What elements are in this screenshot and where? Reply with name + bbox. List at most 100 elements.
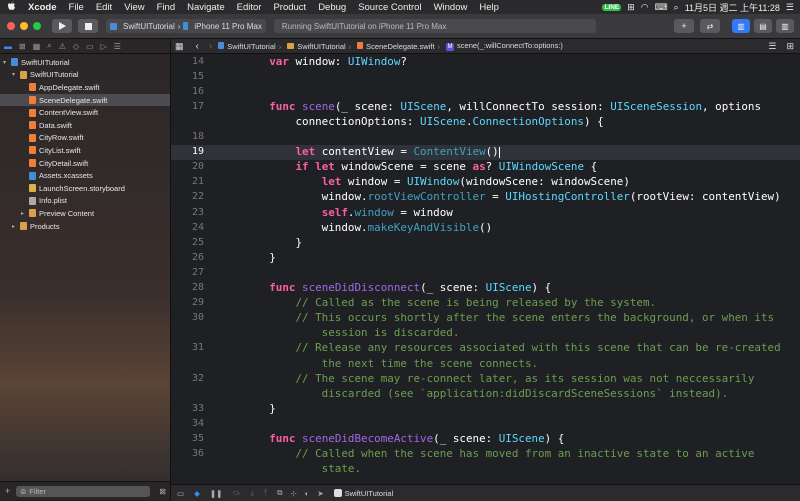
- hide-debug-area-icon[interactable]: ▭: [177, 489, 184, 498]
- code-line[interactable]: state.: [243, 462, 361, 475]
- menu-view[interactable]: View: [118, 2, 150, 13]
- code-line[interactable]: connectionOptions: UIScene.ConnectionOpt…: [243, 115, 603, 128]
- code-line[interactable]: self.window = window: [243, 206, 453, 219]
- line-number[interactable]: 36: [171, 448, 204, 459]
- disclosure-triangle-icon[interactable]: ▾: [3, 59, 11, 66]
- add-editor-icon[interactable]: ⊞: [786, 41, 794, 52]
- disclosure-triangle-icon[interactable]: ▾: [12, 71, 20, 78]
- code-line[interactable]: // Release any resources associated with…: [243, 341, 780, 354]
- line-number[interactable]: 20: [171, 161, 204, 172]
- breadcrumb-project[interactable]: SwiftUITutorial: [218, 41, 276, 51]
- clock[interactable]: 11月5日 週二 上午11:28: [685, 1, 780, 14]
- file-tree-item[interactable]: ▾ SwiftUITutorial: [0, 56, 170, 69]
- code-line[interactable]: // The scene may re-connect later, as it…: [243, 372, 754, 385]
- line-number[interactable]: 34: [171, 418, 204, 429]
- disclosure-triangle-icon[interactable]: ▸: [12, 223, 20, 230]
- menu-help[interactable]: Help: [473, 2, 505, 13]
- apple-menu-icon[interactable]: [0, 1, 22, 14]
- code-review-button[interactable]: ⇄: [700, 19, 720, 33]
- toggle-inspector-button[interactable]: ▥: [776, 19, 794, 33]
- library-button[interactable]: +: [674, 19, 694, 33]
- debug-icon[interactable]: ▭: [86, 42, 94, 51]
- line-number[interactable]: 22: [171, 191, 204, 202]
- menu-file[interactable]: File: [63, 2, 90, 13]
- file-tree-item[interactable]: Assets.xcassets: [0, 169, 170, 182]
- line-number[interactable]: 23: [171, 207, 204, 218]
- breadcrumb-file[interactable]: SceneDelegate.swift: [357, 41, 435, 51]
- wifi-icon[interactable]: ◠: [641, 2, 649, 13]
- code-line[interactable]: }: [243, 402, 276, 415]
- file-tree-item[interactable]: AppDelegate.swift: [0, 81, 170, 94]
- editor-options-icon[interactable]: ☰: [768, 41, 776, 52]
- breakpoint-icon[interactable]: ▷: [101, 42, 107, 51]
- filter-input[interactable]: ⊜ Filter: [16, 485, 150, 497]
- file-tree-item[interactable]: ContentView.swift: [0, 106, 170, 119]
- grid-icon[interactable]: ⊞: [627, 2, 635, 13]
- search-icon[interactable]: ⌕: [674, 2, 679, 13]
- folder-icon[interactable]: ▬: [4, 42, 12, 51]
- code-line[interactable]: // Called as the scene is being released…: [243, 296, 656, 309]
- menu-navigate[interactable]: Navigate: [181, 2, 231, 13]
- scheme-selector[interactable]: SwiftUITutorial › iPhone 11 Pro Max: [106, 19, 266, 33]
- zoom-window-button[interactable]: [33, 22, 41, 30]
- file-tree-item[interactable]: CityList.swift: [0, 144, 170, 157]
- line-number[interactable]: 25: [171, 237, 204, 248]
- file-tree-item[interactable]: CityDetail.swift: [0, 157, 170, 170]
- source-control-icon[interactable]: ⊠: [19, 42, 26, 51]
- report-icon[interactable]: ☰: [114, 42, 121, 51]
- code-line[interactable]: discarded (see `application:didDiscardSc…: [243, 387, 729, 400]
- menu-edit[interactable]: Edit: [90, 2, 118, 13]
- code-line[interactable]: }: [243, 236, 302, 249]
- add-file-icon[interactable]: +: [5, 486, 10, 496]
- disclosure-triangle-icon[interactable]: ▸: [21, 210, 29, 217]
- line-app-icon[interactable]: LINE: [602, 3, 622, 11]
- app-menu[interactable]: Xcode: [22, 2, 63, 13]
- step-over-icon[interactable]: ⤼: [232, 488, 240, 498]
- file-tree-item[interactable]: Data.swift: [0, 119, 170, 132]
- line-number[interactable]: 33: [171, 403, 204, 414]
- line-number[interactable]: 14: [171, 56, 204, 67]
- menu-product[interactable]: Product: [267, 2, 312, 13]
- line-number[interactable]: 19: [171, 146, 204, 157]
- file-tree-item[interactable]: LaunchScreen.storyboard: [0, 182, 170, 195]
- issue-icon[interactable]: ⚠: [59, 42, 66, 51]
- line-number[interactable]: 28: [171, 282, 204, 293]
- close-window-button[interactable]: [7, 22, 15, 30]
- code-line[interactable]: window.rootViewController = UIHostingCon…: [243, 190, 781, 203]
- file-tree-item[interactable]: ▾ SwiftUITutorial: [0, 69, 170, 82]
- menu-window[interactable]: Window: [428, 2, 474, 13]
- environment-overrides-icon[interactable]: ◐: [305, 489, 310, 498]
- code-line[interactable]: let contentView = ContentView(): [243, 145, 500, 158]
- file-tree-item[interactable]: ▸ Products: [0, 220, 170, 233]
- line-number[interactable]: 21: [171, 176, 204, 187]
- step-out-icon[interactable]: ⤒: [264, 488, 267, 498]
- code-line[interactable]: func scene(_ scene: UIScene, willConnect…: [243, 100, 761, 113]
- code-line[interactable]: func sceneDidBecomeActive(_ scene: UISce…: [243, 432, 564, 445]
- input-method-icon[interactable]: ⌨: [655, 2, 668, 13]
- line-number[interactable]: 29: [171, 297, 204, 308]
- menu-source-control[interactable]: Source Control: [352, 2, 427, 13]
- toggle-navigator-button[interactable]: ▥: [732, 19, 750, 33]
- line-number[interactable]: 24: [171, 222, 204, 233]
- code-line[interactable]: if let windowScene = scene as? UIWindowS…: [243, 160, 597, 173]
- line-number[interactable]: 17: [171, 101, 204, 112]
- line-number[interactable]: 27: [171, 267, 204, 278]
- line-number[interactable]: 35: [171, 433, 204, 444]
- back-arrow-icon[interactable]: ‹: [196, 41, 199, 52]
- menu-debug[interactable]: Debug: [312, 2, 352, 13]
- toggle-debug-area-button[interactable]: ▤: [754, 19, 772, 33]
- code-line[interactable]: var window: UIWindow?: [243, 55, 407, 68]
- breadcrumb-group[interactable]: SwiftUITutorial: [287, 42, 346, 51]
- minimize-window-button[interactable]: [20, 22, 28, 30]
- symbol-icon[interactable]: ▦: [33, 42, 41, 51]
- file-tree-item[interactable]: ▸ Preview Content: [0, 207, 170, 220]
- related-items-icon[interactable]: ▦: [175, 41, 184, 52]
- line-number[interactable]: 18: [171, 131, 204, 142]
- breadcrumb-method[interactable]: Mscene(_:willConnectTo:options:): [446, 41, 563, 51]
- stop-button[interactable]: [78, 19, 98, 33]
- line-number[interactable]: 32: [171, 373, 204, 384]
- code-line[interactable]: the next time the scene connects.: [243, 357, 538, 370]
- pause-icon[interactable]: ❚❚: [210, 489, 223, 498]
- code-line[interactable]: // This occurs shortly after the scene e…: [243, 311, 774, 324]
- line-number[interactable]: 15: [171, 71, 204, 82]
